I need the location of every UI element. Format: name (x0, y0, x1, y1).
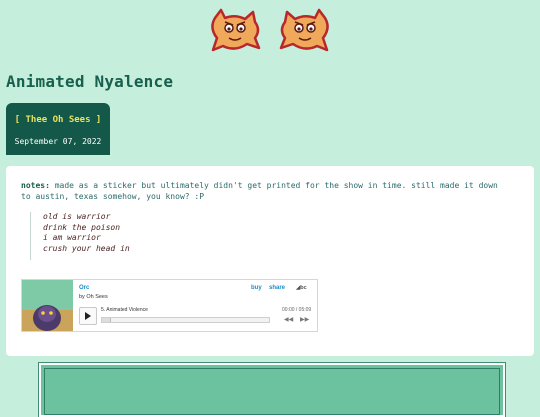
bandcamp-player[interactable]: Orc by Oh Sees buy share ◢bc 5. Animated… (21, 279, 318, 332)
post-date: September 07, 2022 (14, 137, 102, 146)
lyric-line: drink the poison (43, 222, 121, 232)
next-post-image[interactable] (38, 362, 506, 417)
next-post-frame (44, 368, 500, 415)
page-title: Animated Nyalence (6, 72, 174, 91)
notes-text: made as a sticker but ultimately didn't … (21, 181, 498, 201)
prev-icon[interactable]: ◀◀ (284, 316, 293, 323)
post-card: notes: made as a sticker but ultimately … (6, 166, 534, 356)
share-link[interactable]: share (269, 285, 285, 291)
buy-link[interactable]: buy (251, 285, 262, 291)
bandcamp-logo[interactable]: ◢bc (296, 285, 307, 291)
lyric-line: old is warrior (43, 212, 111, 221)
progress-bar[interactable] (101, 317, 270, 323)
progress-thumb[interactable] (102, 318, 111, 322)
cat-mascot-icon (211, 8, 261, 52)
post-header: [ Thee Oh Sees ] September 07, 2022 (6, 103, 110, 155)
play-icon (85, 312, 91, 320)
notes-label: notes: (21, 181, 50, 190)
track-title: 5. Animated Violence (101, 307, 148, 313)
post-tag-link[interactable]: [ Thee Oh Sees ] (6, 115, 110, 125)
artist-link[interactable]: by Oh Sees (79, 294, 108, 300)
header-mascots (0, 8, 540, 58)
next-icon[interactable]: ▶▶ (300, 316, 309, 323)
album-art[interactable] (22, 280, 73, 331)
track-time: 00:00 / 05:09 (282, 307, 312, 313)
cat-mascot-icon (279, 8, 329, 52)
lyric-line: i am warrior (43, 233, 101, 242)
album-title-link[interactable]: Orc (79, 285, 89, 291)
lyrics-quote: old is warrior drink the poison i am war… (30, 212, 130, 260)
lyric-line: crush your head in (43, 243, 130, 253)
post-notes: notes: made as a sticker but ultimately … (21, 180, 507, 202)
play-button[interactable] (79, 307, 97, 325)
